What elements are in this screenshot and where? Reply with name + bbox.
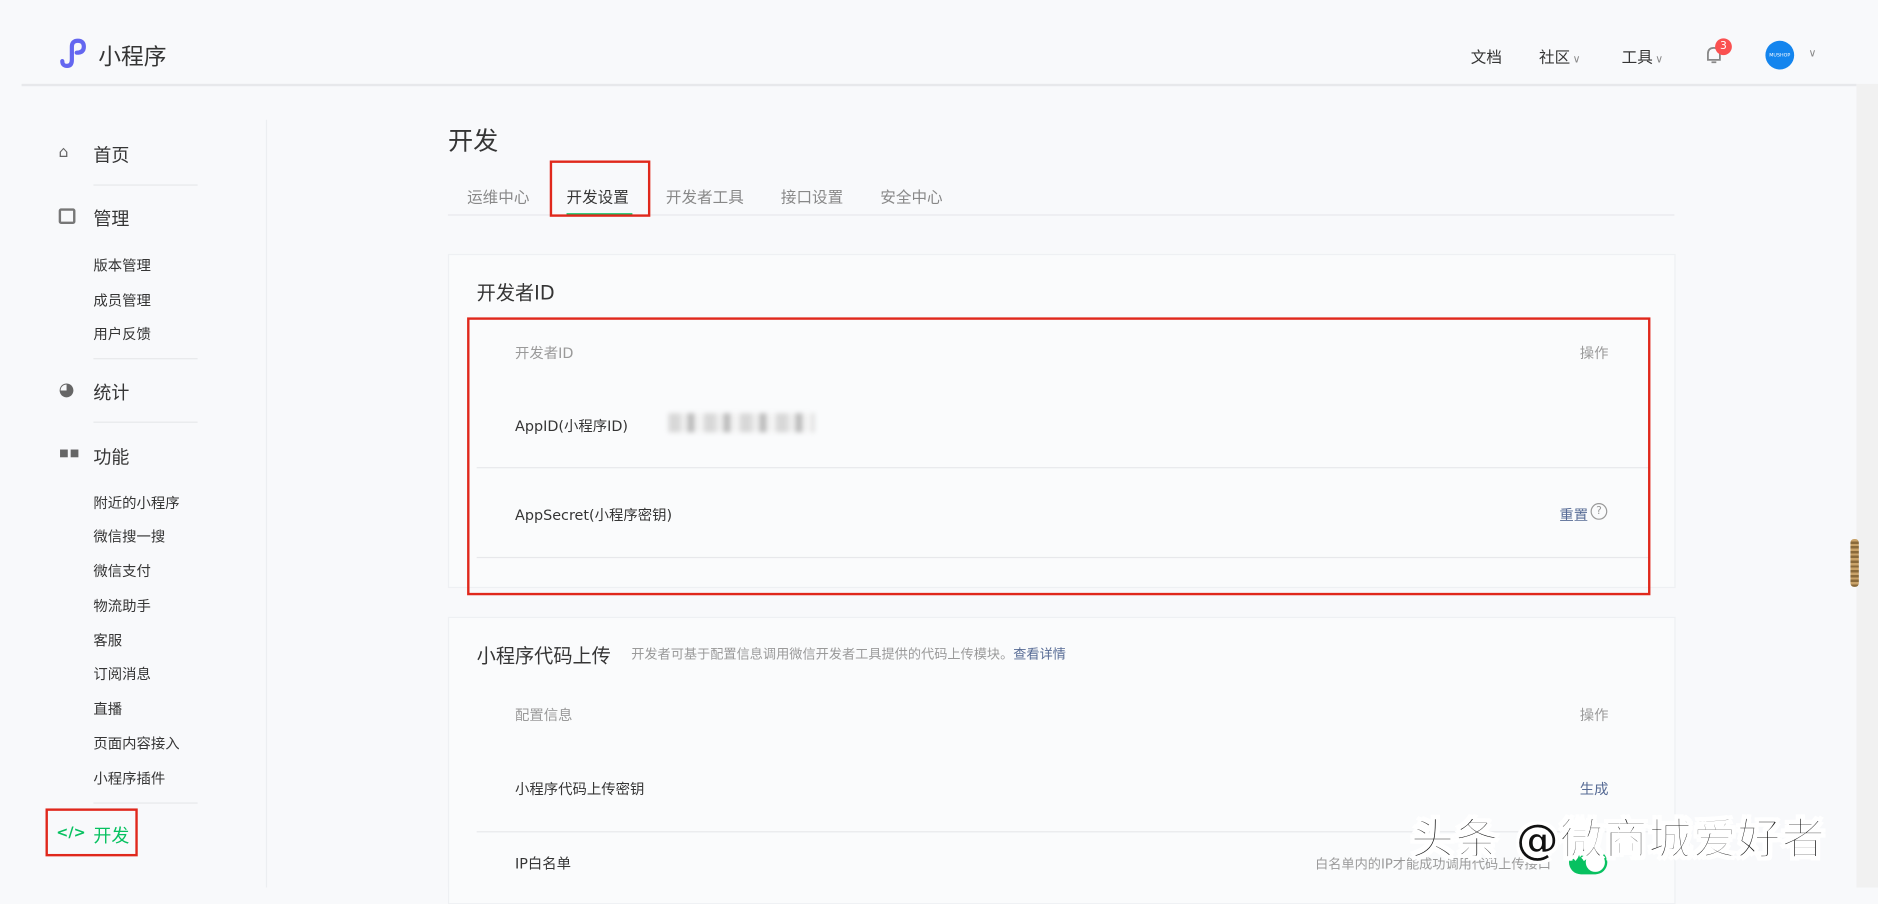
sidebar-subitem[interactable]: 附近的小程序 (93, 492, 179, 512)
pie-chart-icon: ◕ (58, 378, 75, 401)
grid-icon: ▪▪ (58, 444, 80, 463)
nav-docs[interactable]: 文档 (1471, 44, 1502, 67)
divider (93, 358, 198, 360)
description-text: 开发者可基于配置信息调用微信开发者工具提供的代码上传模块。 (631, 646, 1014, 663)
card-title: 开发者ID (476, 281, 555, 305)
chevron-down-icon: ∨ (1655, 53, 1664, 66)
sidebar-subitem[interactable]: 版本管理 (93, 255, 151, 275)
nav-community-label: 社区 (1539, 49, 1571, 68)
sidebar-subitem[interactable]: 订阅消息 (93, 664, 151, 684)
sidebar-subitem[interactable]: 客服 (93, 630, 122, 650)
sidebar-subitem[interactable]: 微信支付 (93, 561, 151, 581)
sidebar-subitem[interactable]: 直播 (93, 698, 122, 718)
nav-tools[interactable]: 工具 ∨ (1622, 44, 1663, 67)
column-header: 操作 (1579, 706, 1609, 724)
nav-tools-label: 工具 (1621, 49, 1653, 68)
code-icon: </> (56, 824, 86, 841)
chevron-down-icon: ∨ (1572, 53, 1581, 66)
sidebar-item-develop[interactable]: 开发 (93, 823, 129, 848)
sidebar-subitem[interactable]: 页面内容接入 (93, 733, 179, 753)
view-details-link[interactable]: 查看详情 (1013, 647, 1066, 663)
column-header: 配置信息 (515, 706, 573, 724)
divider (93, 802, 198, 804)
divider (93, 421, 198, 423)
tab-dev-tools[interactable]: 开发者工具 (666, 184, 744, 207)
watermark: 头条 @微商城爱好者 (1410, 815, 1826, 865)
card-description: 开发者可基于配置信息调用微信开发者工具提供的代码上传模块。查看详情 (631, 644, 1066, 663)
generate-key-link[interactable]: 生成 (1580, 779, 1609, 799)
sidebar-item-manage[interactable]: 管理 (93, 206, 129, 231)
sidebar-subitem[interactable]: 小程序插件 (93, 768, 165, 788)
row-label: IP白名单 (515, 855, 572, 872)
tab-ops-center[interactable]: 运维中心 (467, 184, 529, 207)
tab-security-center[interactable]: 安全中心 (880, 184, 942, 207)
sidebar-subitem[interactable]: 用户反馈 (93, 323, 151, 343)
chevron-down-icon[interactable]: ∨ (1809, 48, 1817, 60)
top-header (21, 0, 1857, 87)
nav-community[interactable]: 社区 ∨ (1539, 44, 1580, 67)
sidebar-item-home[interactable]: 首页 (93, 143, 129, 168)
sidebar-subitem[interactable]: 微信搜一搜 (93, 526, 165, 546)
sidebar-item-stats[interactable]: 统计 (93, 380, 129, 405)
row-label: 小程序代码上传密钥 (515, 780, 645, 798)
highlight-box (549, 160, 651, 217)
inbox-icon (58, 208, 76, 224)
scrollbar-track[interactable] (1856, 83, 1878, 888)
home-icon: ⌂ (58, 143, 69, 162)
avatar[interactable]: MUSHOP (1765, 40, 1795, 70)
highlight-box (467, 317, 1651, 596)
miniprogram-logo-icon (60, 38, 86, 68)
page: 小程序 文档 社区 ∨ 工具 ∨ 3 MUSHOP ∨ ⌂ 首页 管理 版本管理 成… (0, 0, 1878, 904)
app-name[interactable]: 小程序 (98, 40, 166, 72)
tab-api-settings[interactable]: 接口设置 (781, 184, 843, 207)
card-title: 小程序代码上传 (476, 644, 611, 668)
sidebar-item-features[interactable]: 功能 (93, 444, 129, 469)
divider (93, 184, 198, 186)
notification-badge: 3 (1715, 38, 1732, 56)
page-title: 开发 (447, 126, 499, 156)
sidebar-subitem[interactable]: 物流助手 (93, 595, 151, 615)
scrollbar-thumb[interactable] (1850, 538, 1859, 587)
sidebar-subitem[interactable]: 成员管理 (93, 290, 151, 310)
